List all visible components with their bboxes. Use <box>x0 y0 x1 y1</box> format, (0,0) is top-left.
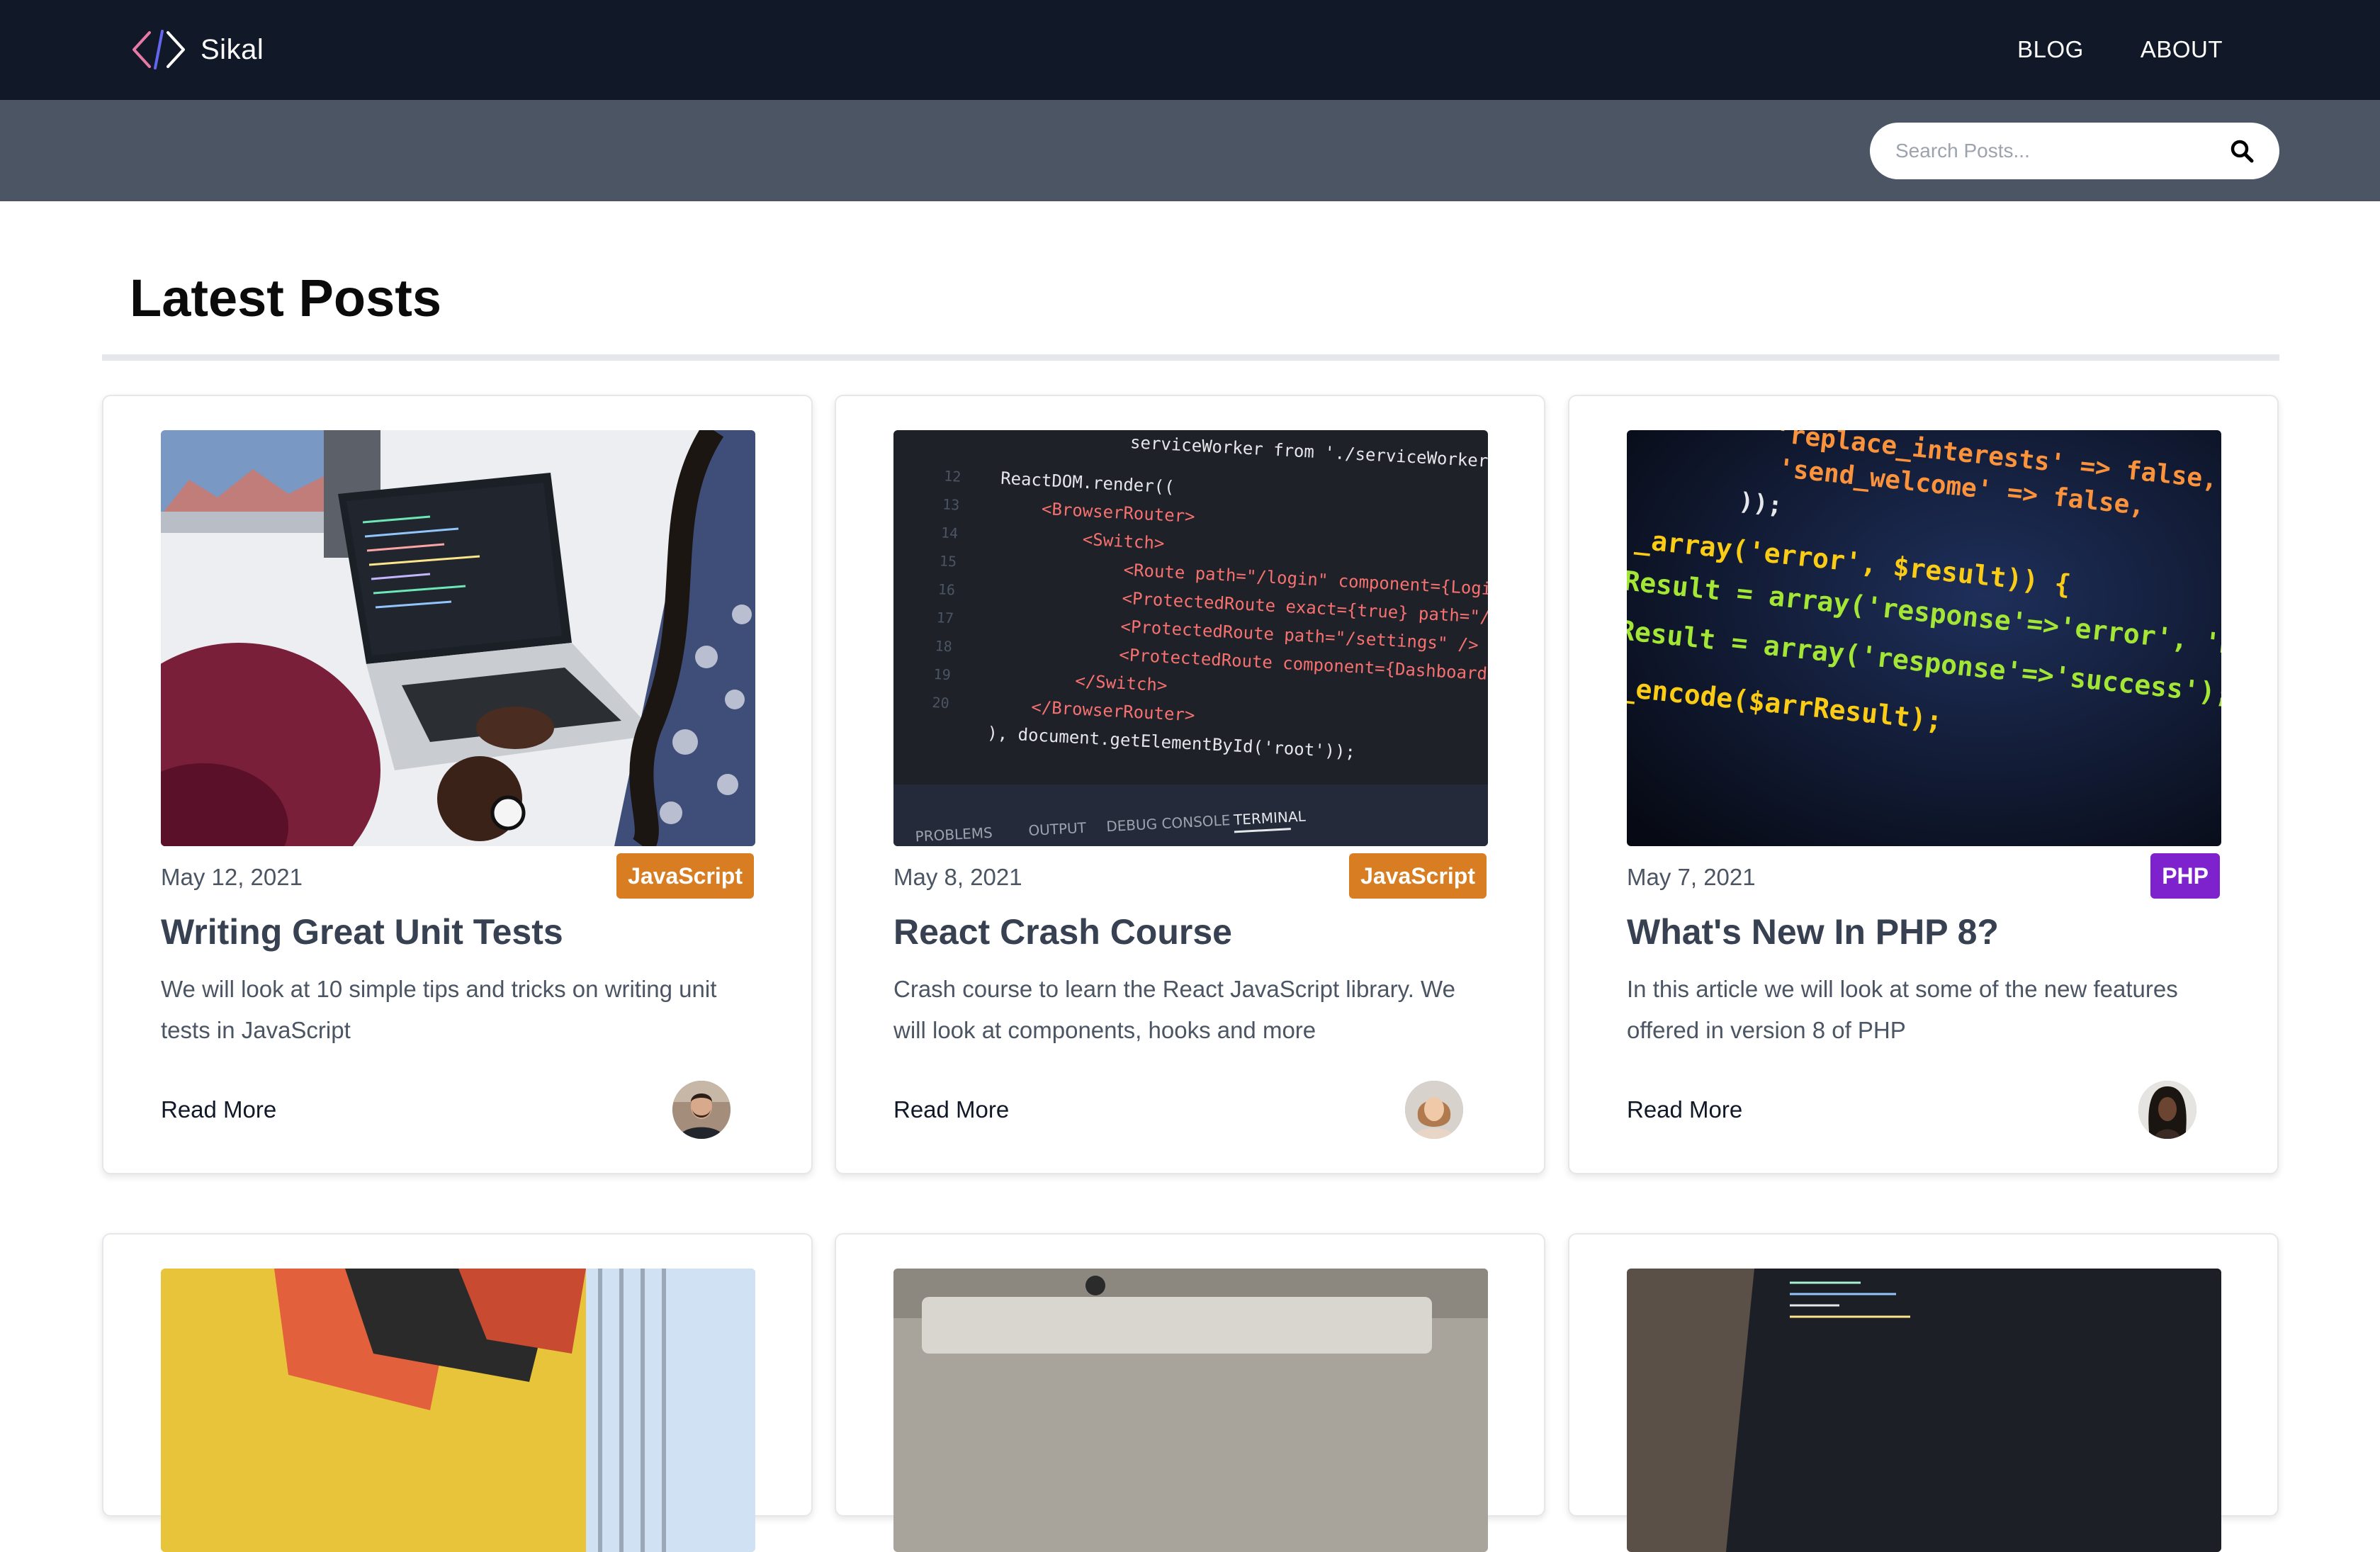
post-excerpt: We will look at 10 simple tips and trick… <box>161 976 717 1043</box>
post-date: May 7, 2021 <box>1627 864 1756 890</box>
post-title: React Crash Course <box>893 912 1232 952</box>
post-image-react-code: 12 13 14 15 16 17 18 19 20 serviceWorker from … <box>893 430 1488 846</box>
brand-name: Sikal <box>201 33 264 65</box>
author-avatar[interactable] <box>672 1081 731 1139</box>
search-bar-strip <box>0 100 2380 201</box>
post-card <box>102 1233 813 1552</box>
post-excerpt: In this article we will look at some of … <box>1627 976 2178 1043</box>
svg-text:14: 14 <box>941 524 959 541</box>
post-title: What's New In PHP 8? <box>1627 912 1999 952</box>
svg-text:16: 16 <box>937 580 955 598</box>
svg-text:20: 20 <box>932 694 949 712</box>
post-card: 'replace_interests' => false, 'send_welc… <box>1568 395 2279 1174</box>
post-tag-badge: JavaScript <box>616 853 754 899</box>
post-tag-badge: PHP <box>2150 853 2220 899</box>
search-input[interactable] <box>1895 140 2230 162</box>
post-image-php-code: 'replace_interests' => false, 'send_welc… <box>1627 430 2221 846</box>
nav-link-blog[interactable]: BLOG <box>2017 36 2084 63</box>
author-avatar[interactable] <box>2138 1081 2196 1139</box>
post-date: May 12, 2021 <box>161 864 303 890</box>
svg-text:17: 17 <box>936 609 954 626</box>
panel-tab: OUTPUT <box>1028 819 1087 839</box>
code-brackets-logo-icon <box>132 30 185 69</box>
svg-text:13: 13 <box>942 495 960 513</box>
post-tag-badge: JavaScript <box>1349 853 1487 899</box>
brand-link[interactable]: Sikal <box>130 25 264 74</box>
read-more-link[interactable]: Read More <box>161 1096 276 1123</box>
post-image-laptop-desk <box>161 430 755 846</box>
svg-text:15: 15 <box>939 552 957 570</box>
nav-link-about[interactable]: ABOUT <box>2141 36 2223 63</box>
title-divider <box>102 354 2279 361</box>
page-title: Latest Posts <box>130 269 442 327</box>
post-excerpt: Crash course to learn the React JavaScri… <box>893 976 1455 1043</box>
read-more-link[interactable]: Read More <box>1627 1096 1742 1123</box>
post-title: Writing Great Unit Tests <box>161 912 563 952</box>
navbar: Sikal BLOG ABOUT <box>0 0 2380 100</box>
post-card <box>1568 1233 2279 1552</box>
post-date: May 8, 2021 <box>893 864 1022 890</box>
author-avatar[interactable] <box>1405 1081 1463 1139</box>
nav-links: BLOG ABOUT <box>2017 25 2223 74</box>
post-image-preview <box>161 1269 755 1552</box>
code-line: )); <box>1737 488 1783 520</box>
svg-text:18: 18 <box>935 637 952 655</box>
post-image-preview <box>1627 1269 2221 1552</box>
search-box <box>1870 123 2279 179</box>
svg-text:19: 19 <box>933 665 951 683</box>
search-icon[interactable] <box>2230 139 2254 163</box>
post-card: May 12, 2021 JavaScript Writing Great Un… <box>102 395 813 1174</box>
post-image-preview <box>893 1269 1488 1552</box>
post-card: 12 13 14 15 16 17 18 19 20 serviceWorker from … <box>835 395 1545 1174</box>
svg-text:12: 12 <box>944 467 961 485</box>
read-more-link[interactable]: Read More <box>893 1096 1009 1123</box>
post-card <box>835 1233 1545 1552</box>
